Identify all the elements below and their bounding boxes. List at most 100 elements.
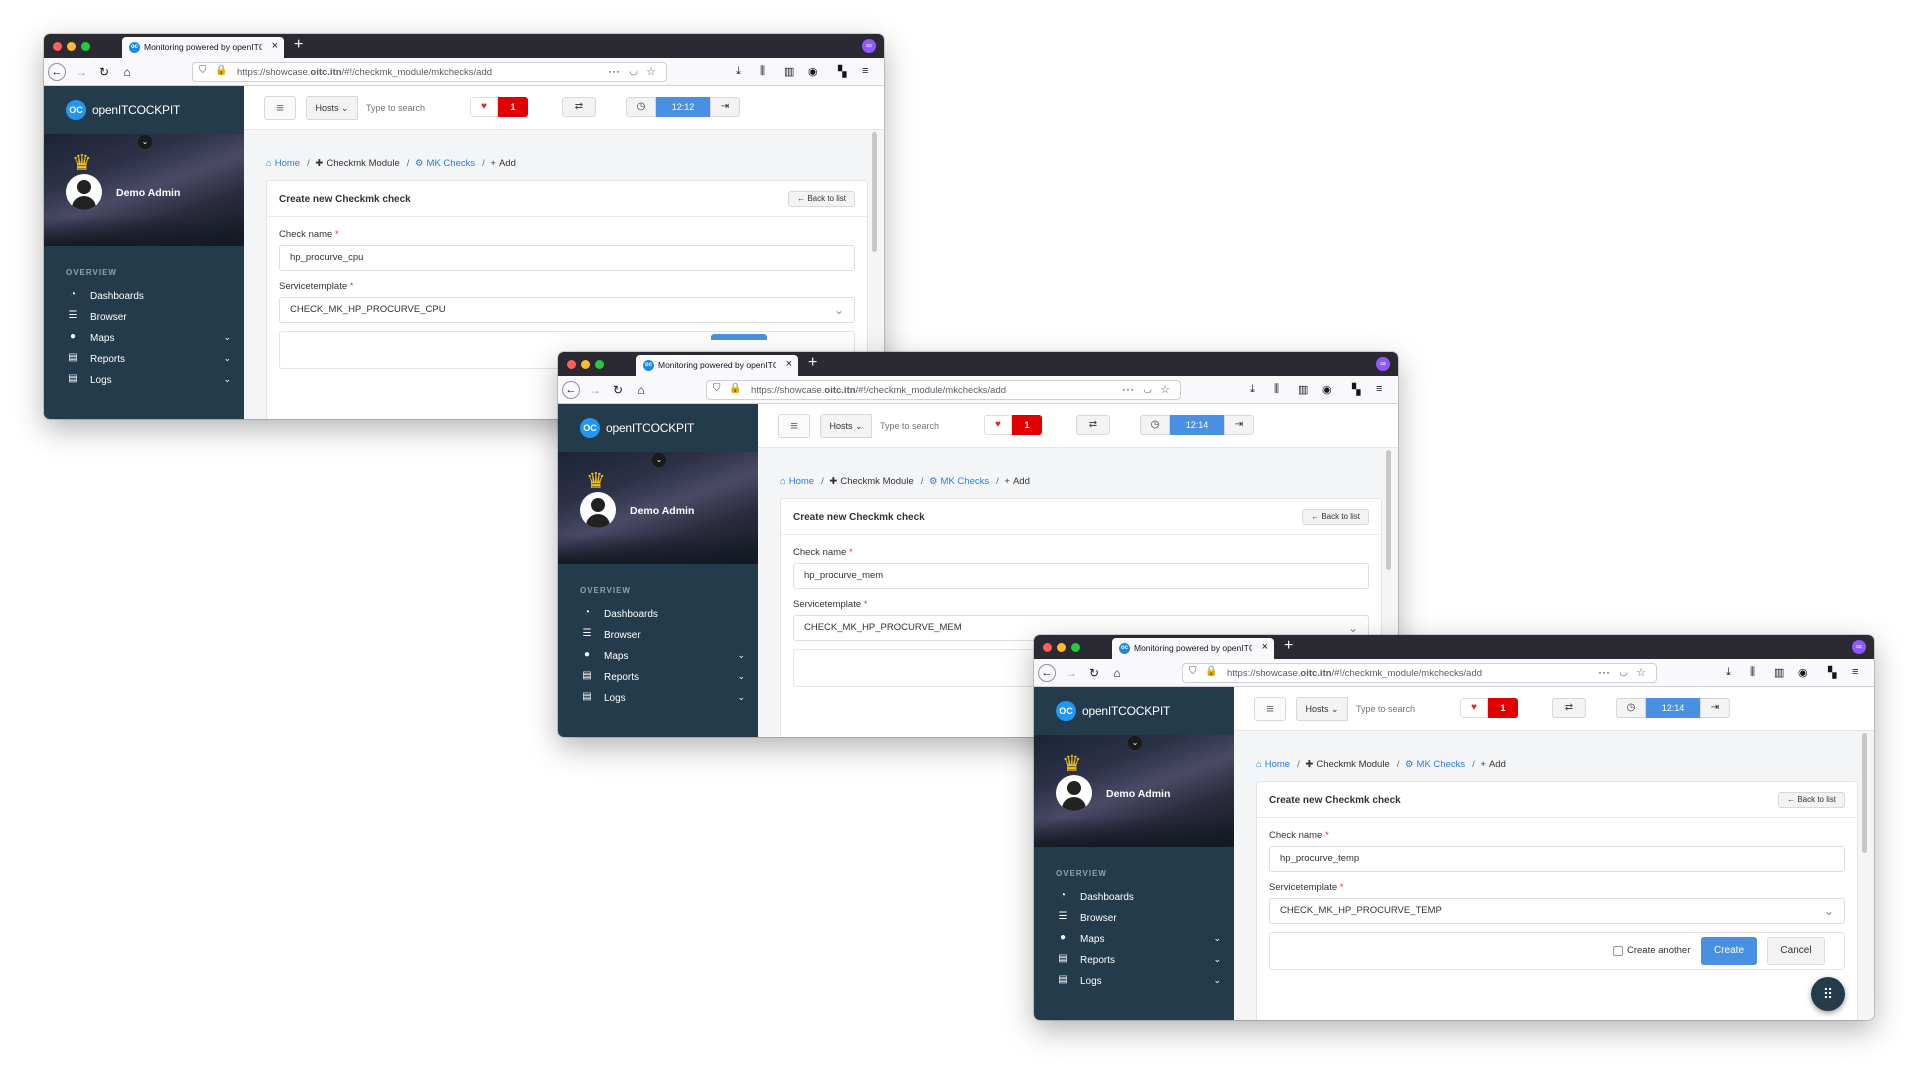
page-actions-icon[interactable]: ···: [1122, 382, 1134, 396]
chevron-down-icon[interactable]: ⌄: [1128, 736, 1142, 750]
refresh-button[interactable]: ⇄: [1076, 415, 1110, 435]
account-icon[interactable]: ◉: [808, 65, 818, 78]
breadcrumb-mk-checks[interactable]: MK Checks: [427, 158, 476, 169]
bookmark-star-icon[interactable]: ☆: [1636, 666, 1646, 679]
servicetemplate-select[interactable]: CHECK_MK_HP_PROCURVE_CPU ⌄: [279, 297, 855, 323]
sidebar-item-browser[interactable]: ☰ Browser: [580, 626, 745, 646]
lock-icon[interactable]: 🔒: [1205, 666, 1217, 677]
chevron-down-icon[interactable]: ⌄: [138, 135, 152, 149]
sidebar-item-dashboards[interactable]: ◔ Dashboards: [1056, 888, 1221, 908]
home-icon[interactable]: ⌂: [632, 381, 650, 399]
hamburger-button[interactable]: ≡: [1254, 697, 1286, 721]
sidebar-item-logs[interactable]: ▤ Logs ⌄: [1056, 972, 1221, 992]
hosts-dropdown[interactable]: Hosts ⌄: [820, 414, 872, 438]
url-text[interactable]: https://showcase.oitc.itn/#!/checkmk_mod…: [751, 385, 1006, 396]
back-icon[interactable]: ←: [48, 63, 66, 81]
new-tab-icon[interactable]: +: [294, 36, 303, 54]
home-icon[interactable]: ⌂: [266, 158, 272, 169]
menu-icon[interactable]: ≡: [862, 65, 868, 77]
refresh-button[interactable]: ⇄: [562, 97, 596, 117]
page-actions-icon[interactable]: ···: [608, 64, 620, 78]
sidebar-item-maps[interactable]: ● Maps ⌄: [1056, 930, 1221, 950]
breadcrumb-home[interactable]: Home: [1265, 759, 1290, 770]
hosts-dropdown[interactable]: Hosts ⌄: [306, 96, 358, 120]
extensions-icon[interactable]: ▚: [1828, 666, 1836, 679]
library-icon[interactable]: ⫼: [1750, 666, 1755, 679]
close-tab-icon[interactable]: ×: [1262, 641, 1268, 653]
sidebar-toggle-icon[interactable]: ▥: [784, 65, 794, 78]
back-to-list-button[interactable]: ← Back to list: [1302, 509, 1369, 525]
close-window-button[interactable]: [567, 360, 576, 369]
breadcrumb-mk-checks[interactable]: MK Checks: [941, 476, 990, 487]
sidebar-item-logs[interactable]: ▤ Logs ⌄: [66, 371, 231, 391]
sidebar-item-maps[interactable]: ● Maps ⌄: [66, 329, 231, 349]
user-name[interactable]: Demo Admin: [116, 187, 180, 199]
sidebar-item-reports[interactable]: ▤ Reports ⌄: [66, 350, 231, 370]
pocket-icon[interactable]: ◡: [1619, 667, 1628, 678]
lock-icon[interactable]: 🔒: [215, 65, 227, 76]
maximize-window-button[interactable]: [81, 42, 90, 51]
brand[interactable]: OC openITCOCKPIT: [558, 404, 758, 452]
scrollbar[interactable]: [1386, 450, 1391, 570]
sidebar-item-maps[interactable]: ● Maps ⌄: [580, 647, 745, 667]
breadcrumb-home[interactable]: Home: [275, 158, 300, 169]
menu-icon[interactable]: ≡: [1376, 383, 1382, 395]
browser-tab[interactable]: oc Monitoring powered by openITC ×: [1112, 638, 1274, 659]
shield-icon[interactable]: ⛉: [713, 383, 721, 394]
minimize-window-button[interactable]: [67, 42, 76, 51]
breadcrumb-home[interactable]: Home: [789, 476, 814, 487]
sidebar-item-dashboards[interactable]: ◔ Dashboards: [66, 287, 231, 307]
clock-icon[interactable]: ◷: [1140, 415, 1170, 435]
reload-icon[interactable]: ↻: [1085, 664, 1103, 682]
minimize-window-button[interactable]: [1057, 643, 1066, 652]
back-icon[interactable]: ←: [1038, 664, 1056, 682]
heart-icon[interactable]: ♥: [1460, 698, 1488, 718]
shield-icon[interactable]: ⛉: [199, 65, 207, 76]
new-tab-icon[interactable]: +: [808, 354, 817, 372]
library-icon[interactable]: ⫼: [760, 65, 765, 78]
forward-icon[interactable]: →: [72, 63, 90, 81]
url-bar[interactable]: ⛉ 🔒 https://showcase.oitc.itn/#!/checkmk…: [192, 62, 667, 82]
check-name-field[interactable]: hp_procurve_mem: [793, 563, 1369, 589]
page-actions-icon[interactable]: ···: [1598, 665, 1610, 679]
logout-icon[interactable]: ⇥: [1700, 698, 1730, 718]
back-to-list-button[interactable]: ← Back to list: [1778, 792, 1845, 808]
pocket-icon[interactable]: ◡: [1143, 384, 1152, 395]
download-icon[interactable]: ⤓: [736, 65, 741, 78]
download-icon[interactable]: ⤓: [1726, 666, 1731, 679]
account-icon[interactable]: ◉: [1322, 383, 1332, 396]
brand[interactable]: OC openITCOCKPIT: [1034, 687, 1234, 735]
servicetemplate-select[interactable]: CHECK_MK_HP_PROCURVE_TEMP ⌄: [1269, 898, 1845, 924]
menu-icon[interactable]: ≡: [1852, 666, 1858, 678]
url-text[interactable]: https://showcase.oitc.itn/#!/checkmk_mod…: [237, 67, 492, 78]
home-icon[interactable]: ⌂: [1108, 664, 1126, 682]
extensions-icon[interactable]: ▚: [838, 65, 846, 78]
reload-icon[interactable]: ↻: [95, 63, 113, 81]
user-name[interactable]: Demo Admin: [630, 505, 694, 517]
url-text[interactable]: https://showcase.oitc.itn/#!/checkmk_mod…: [1227, 668, 1482, 679]
problem-count-badge[interactable]: 1: [1488, 698, 1518, 718]
forward-icon[interactable]: →: [586, 381, 604, 399]
url-bar[interactable]: ⛉ 🔒 https://showcase.oitc.itn/#!/checkmk…: [1182, 663, 1657, 683]
sidebar-item-reports[interactable]: ▤ Reports ⌄: [580, 668, 745, 688]
brand[interactable]: OC openITCOCKPIT: [44, 86, 244, 134]
clock-icon[interactable]: ◷: [626, 97, 656, 117]
reload-icon[interactable]: ↻: [609, 381, 627, 399]
create-another-checkbox[interactable]: [1613, 946, 1623, 956]
avatar[interactable]: [66, 174, 102, 210]
scrollbar[interactable]: [1862, 733, 1867, 853]
create-another-label[interactable]: Create another: [1627, 945, 1690, 956]
extensions-icon[interactable]: ▚: [1352, 383, 1360, 396]
account-icon[interactable]: ◉: [1798, 666, 1808, 679]
refresh-button[interactable]: ⇄: [1552, 698, 1586, 718]
home-icon[interactable]: ⌂: [1256, 759, 1262, 770]
problem-count-badge[interactable]: 1: [1012, 415, 1042, 435]
check-name-field[interactable]: hp_procurve_temp: [1269, 846, 1845, 872]
chevron-down-icon[interactable]: ⌄: [652, 453, 666, 467]
home-icon[interactable]: ⌂: [118, 63, 136, 81]
sidebar-item-browser[interactable]: ☰ Browser: [66, 308, 231, 328]
sidebar-item-logs[interactable]: ▤ Logs ⌄: [580, 689, 745, 709]
lock-icon[interactable]: 🔒: [729, 383, 741, 394]
url-bar[interactable]: ⛉ 🔒 https://showcase.oitc.itn/#!/checkmk…: [706, 380, 1181, 400]
minimize-window-button[interactable]: [581, 360, 590, 369]
